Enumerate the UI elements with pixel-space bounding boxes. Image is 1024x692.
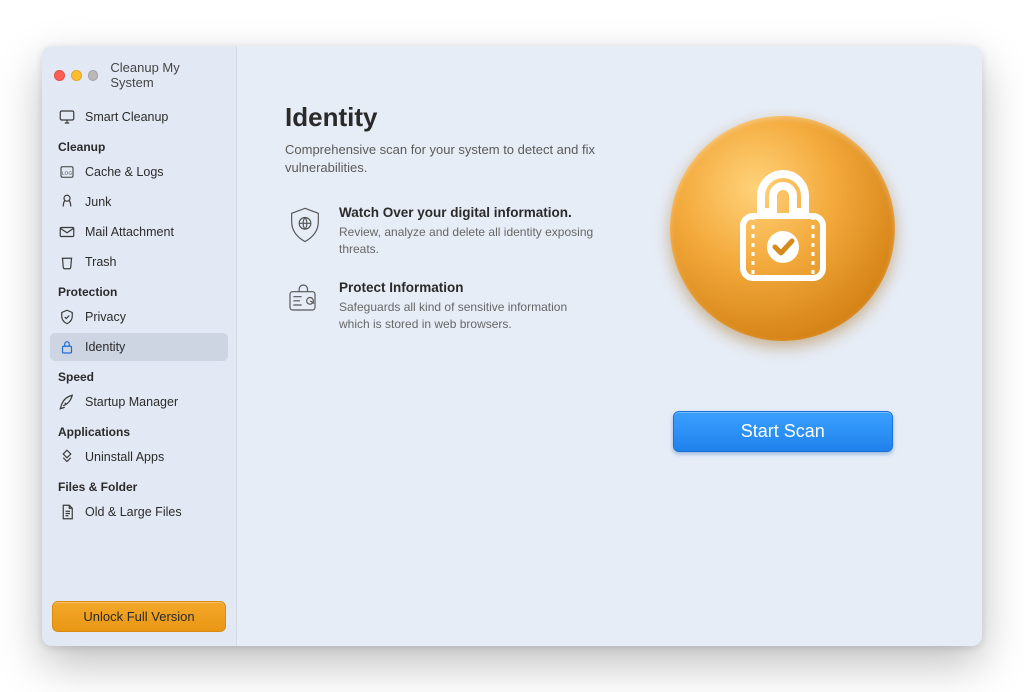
feature-protect-information: Protect Information Safeguards all kind …: [285, 280, 604, 333]
sidebar-item-label: Uninstall Apps: [85, 450, 164, 464]
rocket-icon: [58, 393, 76, 411]
feature-heading: Watch Over your digital information.: [339, 205, 599, 220]
section-applications-title: Applications: [50, 417, 228, 442]
unlock-full-version-button[interactable]: Unlock Full Version: [52, 601, 226, 632]
sidebar-item-startup-manager[interactable]: Startup Manager: [50, 388, 228, 416]
envelope-icon: [58, 223, 76, 241]
minimize-icon[interactable]: [71, 70, 82, 81]
sidebar-item-label: Old & Large Files: [85, 505, 182, 519]
trash-icon: [58, 253, 76, 271]
close-icon[interactable]: [54, 70, 65, 81]
sidebar-item-junk[interactable]: Junk: [50, 188, 228, 216]
svg-text:LOG: LOG: [62, 170, 72, 176]
sidebar-item-cache-logs[interactable]: LOG Cache & Logs: [50, 158, 228, 186]
section-cleanup-title: Cleanup: [50, 132, 228, 157]
vault-lock-icon: [285, 280, 325, 320]
unlock-label: Unlock Full Version: [83, 609, 194, 624]
section-speed-title: Speed: [50, 362, 228, 387]
lock-icon: [58, 338, 76, 356]
sidebar-item-label: Cache & Logs: [85, 165, 164, 179]
sidebar-item-smart-cleanup[interactable]: Smart Cleanup: [50, 103, 228, 131]
monitor-icon: [58, 108, 76, 126]
titlebar: Cleanup My System: [50, 56, 228, 102]
feature-watch-over: Watch Over your digital information. Rev…: [285, 205, 604, 258]
sidebar-item-mail-attachment[interactable]: Mail Attachment: [50, 218, 228, 246]
start-scan-label: Start Scan: [741, 421, 825, 441]
main-content: Identity Comprehensive scan for your sys…: [237, 46, 982, 646]
page-subtitle: Comprehensive scan for your system to de…: [285, 141, 604, 177]
section-files-title: Files & Folder: [50, 472, 228, 497]
broom-icon: [58, 193, 76, 211]
shield-globe-icon: [285, 205, 325, 245]
sidebar-item-privacy[interactable]: Privacy: [50, 303, 228, 331]
app-icon: [58, 448, 76, 466]
sidebar-item-uninstall-apps[interactable]: Uninstall Apps: [50, 443, 228, 471]
sidebar-item-label: Junk: [85, 195, 111, 209]
page-title: Identity: [285, 102, 604, 133]
sidebar-item-identity[interactable]: Identity: [50, 333, 228, 361]
start-scan-button[interactable]: Start Scan: [673, 411, 893, 452]
app-window: Cleanup My System Smart Cleanup Cleanup …: [42, 46, 982, 646]
feature-body: Review, analyze and delete all identity …: [339, 224, 599, 258]
sidebar: Cleanup My System Smart Cleanup Cleanup …: [42, 46, 237, 646]
shield-check-icon: [58, 308, 76, 326]
sidebar-item-label: Privacy: [85, 310, 126, 324]
section-protection-title: Protection: [50, 277, 228, 302]
identity-hero-graphic: [670, 116, 895, 341]
sidebar-item-label: Mail Attachment: [85, 225, 174, 239]
sidebar-item-old-large-files[interactable]: Old & Large Files: [50, 498, 228, 526]
maximize-icon: [88, 70, 99, 81]
sidebar-item-label: Smart Cleanup: [85, 110, 168, 124]
sidebar-item-trash[interactable]: Trash: [50, 248, 228, 276]
lock-film-icon: [723, 164, 843, 294]
sidebar-item-label: Trash: [85, 255, 117, 269]
document-icon: [58, 503, 76, 521]
app-title: Cleanup My System: [110, 60, 224, 90]
feature-body: Safeguards all kind of sensitive informa…: [339, 299, 599, 333]
sidebar-item-label: Startup Manager: [85, 395, 178, 409]
feature-heading: Protect Information: [339, 280, 599, 295]
log-icon: LOG: [58, 163, 76, 181]
sidebar-item-label: Identity: [85, 340, 125, 354]
